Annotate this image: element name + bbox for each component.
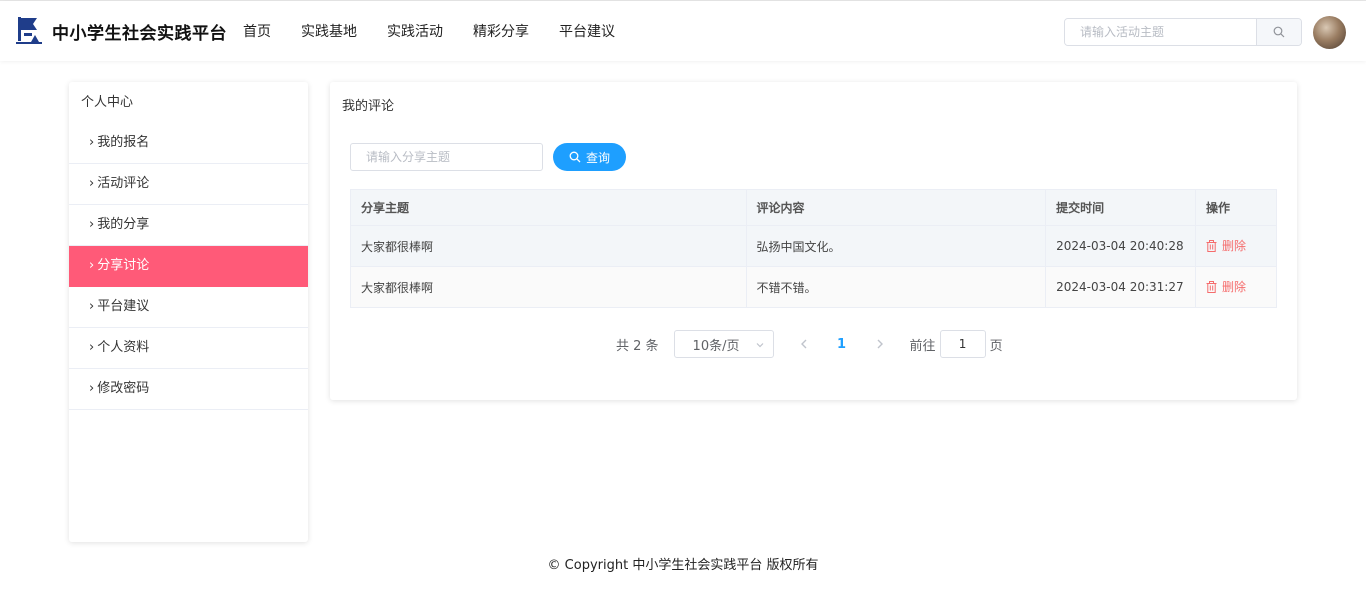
comments-panel: 我的评论 查询 分享主题 评论内容 提交时间 操作 大家都很棒啊 弘扬中国文化。…	[330, 82, 1297, 400]
chevron-right-icon: ›	[89, 217, 95, 232]
delete-button[interactable]: 删除	[1206, 237, 1246, 254]
goto-label: 前往	[909, 338, 936, 354]
sidebar-item-label: 修改密码	[97, 381, 150, 396]
sidebar-item-label: 分享讨论	[97, 258, 150, 273]
chevron-right-icon: ›	[89, 340, 95, 355]
footer-copyright: © Copyright 中小学生社会实践平台 版权所有	[547, 558, 819, 573]
table-row: 大家都很棒啊 弘扬中国文化。 2024-03-04 20:40:28 删除	[350, 225, 1277, 267]
prev-page-button[interactable]	[796, 337, 812, 351]
next-page-button[interactable]	[872, 337, 888, 351]
chevron-right-icon: ›	[89, 299, 95, 314]
sidebar-item-activity-comments[interactable]: › 活动评论	[69, 164, 308, 205]
sidebar-title: 个人中心	[81, 95, 134, 110]
sidebar: 个人中心 › 我的报名 › 活动评论 › 我的分享 › 分享讨论 › 平台建议 › 个人资料…	[69, 82, 308, 542]
nav-suggestions[interactable]: 平台建议	[559, 21, 615, 41]
comments-table: 分享主题 评论内容 提交时间 操作 大家都很棒啊 弘扬中国文化。 2024-03…	[350, 189, 1277, 308]
page-size-value: 10条/页	[692, 338, 740, 354]
delete-label: 删除	[1222, 239, 1247, 254]
query-button-label: 查询	[585, 150, 610, 165]
nav-activities[interactable]: 实践活动	[387, 21, 443, 41]
delete-label: 删除	[1222, 280, 1247, 295]
column-header-topic: 分享主题	[350, 189, 747, 226]
sidebar-item-label: 我的报名	[97, 135, 150, 150]
sidebar-item-suggestions[interactable]: › 平台建议	[69, 287, 308, 328]
sidebar-item-label: 平台建议	[97, 299, 150, 314]
header-search-input[interactable]	[1065, 19, 1256, 45]
logo-flag-icon	[16, 17, 42, 44]
table-row: 大家都很棒啊 不错不错。 2024-03-04 20:31:27 删除	[350, 266, 1277, 308]
chevron-down-icon	[756, 343, 763, 348]
sidebar-item-profile[interactable]: › 个人资料	[69, 328, 308, 369]
nav-bases[interactable]: 实践基地	[301, 21, 357, 41]
cell-time: 2024-03-04 20:31:27	[1045, 266, 1197, 308]
avatar[interactable]	[1313, 16, 1346, 49]
column-header-content: 评论内容	[746, 189, 1047, 226]
cell-action: 删除	[1195, 266, 1277, 308]
nav-shares[interactable]: 精彩分享	[473, 21, 529, 41]
page-unit-label: 页	[989, 338, 1003, 354]
chevron-right-icon: ›	[89, 258, 95, 273]
chevron-right-icon: ›	[89, 135, 95, 150]
cell-time: 2024-03-04 20:40:28	[1045, 225, 1197, 267]
header: 中小学生社会实践平台 首页 实践基地 实践活动 精彩分享 平台建议	[0, 1, 1366, 61]
sidebar-item-label: 我的分享	[97, 217, 150, 232]
brand-title: 中小学生社会实践平台	[52, 24, 227, 44]
topic-search-input[interactable]	[350, 143, 543, 171]
cell-action: 删除	[1195, 225, 1277, 267]
sidebar-item-my-shares[interactable]: › 我的分享	[69, 205, 308, 246]
pagination: 共 2 条 10条/页 1 前往 页	[616, 330, 1003, 358]
sidebar-item-change-password[interactable]: › 修改密码	[69, 369, 308, 410]
goto-page-input[interactable]	[939, 330, 986, 358]
cell-content: 弘扬中国文化。	[746, 225, 1047, 267]
pagination-total: 共 2 条	[616, 338, 659, 354]
sidebar-item-label: 活动评论	[97, 176, 150, 191]
delete-button[interactable]: 删除	[1206, 278, 1246, 295]
header-search	[1064, 18, 1302, 46]
cell-content: 不错不错。	[746, 266, 1047, 308]
cell-topic: 大家都很棒啊	[350, 266, 747, 308]
sidebar-item-share-discussion[interactable]: › 分享讨论	[69, 246, 308, 287]
table-header-row: 分享主题 评论内容 提交时间 操作	[350, 189, 1277, 226]
chevron-right-icon: ›	[89, 381, 95, 396]
page-number-current[interactable]: 1	[834, 337, 850, 352]
cell-topic: 大家都很棒啊	[350, 225, 747, 267]
chevron-right-icon: ›	[89, 176, 95, 191]
trash-icon	[1206, 239, 1217, 252]
trash-icon	[1206, 280, 1217, 293]
sidebar-item-label: 个人资料	[97, 340, 150, 355]
top-nav: 首页 实践基地 实践活动 精彩分享 平台建议	[243, 1, 645, 61]
page-title: 我的评论	[342, 99, 395, 114]
column-header-action: 操作	[1195, 189, 1277, 226]
query-button[interactable]: 查询	[553, 143, 626, 171]
nav-home[interactable]: 首页	[243, 21, 271, 41]
page-size-select[interactable]: 10条/页	[673, 330, 774, 358]
search-icon	[569, 151, 581, 163]
column-header-time: 提交时间	[1045, 189, 1197, 226]
sidebar-item-registrations[interactable]: › 我的报名	[69, 123, 308, 164]
search-icon	[1273, 26, 1285, 38]
header-search-button[interactable]	[1256, 19, 1301, 45]
